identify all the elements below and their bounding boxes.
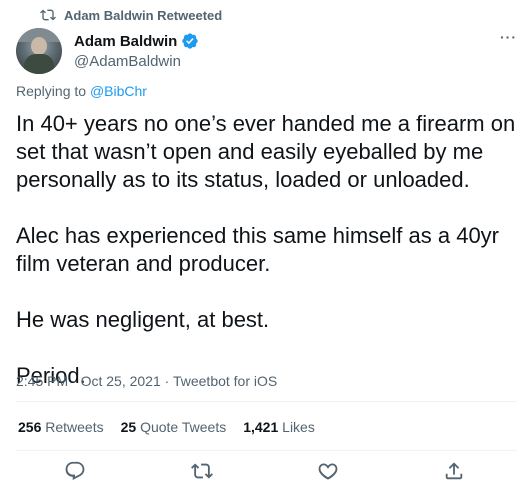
quote-tweets-stat[interactable]: 25 Quote Tweets	[121, 419, 227, 435]
author-display-name[interactable]: Adam Baldwin	[74, 33, 177, 50]
retweets-label: Retweets	[45, 419, 104, 435]
tweet-stats: 256 Retweets 25 Quote Tweets 1,421 Likes	[18, 419, 315, 435]
retweet-action-icon[interactable]	[191, 460, 213, 482]
more-options-icon[interactable]: ···	[500, 29, 517, 45]
meta-separator: ·	[160, 373, 173, 389]
reply-icon[interactable]	[64, 460, 86, 482]
avatar[interactable]	[16, 28, 62, 74]
replying-to: Replying to @BibChr	[16, 83, 147, 99]
tweet-text: In 40+ years no one’s ever handed me a f…	[16, 110, 521, 390]
divider	[16, 450, 517, 451]
tweet-paragraph: In 40+ years no one’s ever handed me a f…	[16, 111, 516, 192]
reply-to-link[interactable]: @BibChr	[90, 83, 147, 99]
retweet-indicator: Adam Baldwin Retweeted	[40, 7, 222, 23]
like-icon[interactable]	[317, 460, 339, 482]
meta-separator: ·	[68, 373, 81, 389]
likes-count: 1,421	[243, 419, 279, 435]
quote-tweets-count: 25	[120, 419, 137, 435]
tweet-paragraph: He was negligent, at best.	[16, 307, 270, 332]
author-names: Adam Baldwin @AdamBaldwin	[74, 32, 199, 70]
author-handle[interactable]: @AdamBaldwin	[74, 53, 199, 70]
retweets-stat[interactable]: 256 Retweets	[18, 419, 104, 435]
tweet-paragraph: Alec has experienced this same himself a…	[16, 223, 500, 276]
quote-tweets-label: Quote Tweets	[140, 419, 227, 435]
retweets-count: 256	[18, 419, 42, 435]
tweet-source[interactable]: Tweetbot for iOS	[173, 373, 277, 389]
tweet-meta: 2:45 PM · Oct 25, 2021 · Tweetbot for iO…	[16, 373, 277, 389]
tweet-time[interactable]: 2:45 PM	[16, 373, 68, 389]
action-bar	[0, 458, 531, 486]
retweet-label[interactable]: Adam Baldwin Retweeted	[64, 8, 222, 23]
divider	[16, 401, 517, 402]
likes-label: Likes	[282, 419, 315, 435]
verified-badge-icon	[182, 33, 199, 49]
replying-prefix: Replying to	[16, 83, 90, 99]
retweet-icon	[40, 9, 56, 21]
likes-stat[interactable]: 1,421 Likes	[243, 419, 315, 435]
tweet-date[interactable]: Oct 25, 2021	[81, 373, 161, 389]
share-icon[interactable]	[443, 460, 465, 482]
tweet-header: Adam Baldwin @AdamBaldwin ···	[16, 27, 517, 75]
